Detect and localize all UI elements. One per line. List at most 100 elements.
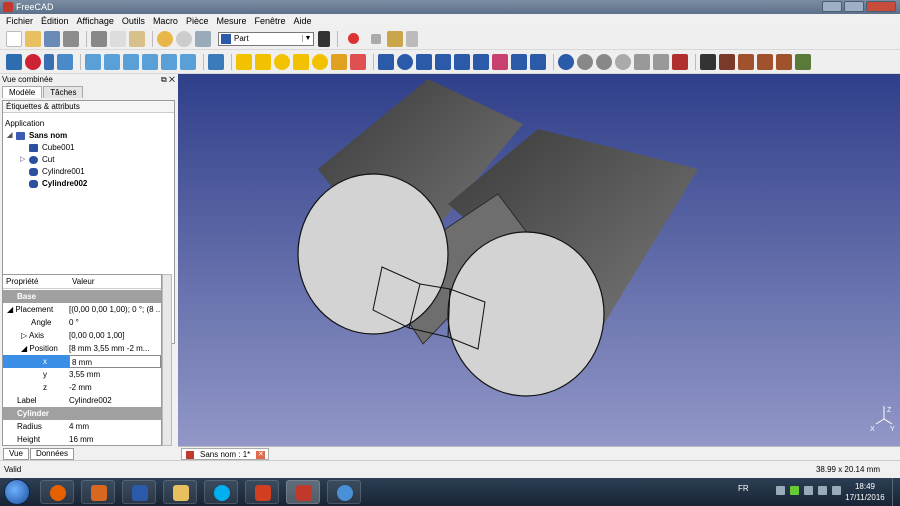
workbench-selector[interactable]: Part ▼: [218, 31, 314, 46]
run-macro-icon[interactable]: [406, 30, 418, 47]
3d-viewport[interactable]: Z Y X: [178, 74, 900, 446]
tab-vue[interactable]: Vue: [3, 448, 29, 460]
menu-fichier[interactable]: Fichier: [2, 14, 37, 28]
menu-piece[interactable]: Pièce: [182, 14, 213, 28]
property-row-x[interactable]: x8 mm: [3, 355, 161, 368]
property-value[interactable]: -2 mm: [69, 381, 161, 394]
tray-app-icon[interactable]: [790, 486, 799, 495]
refresh-icon[interactable]: [195, 30, 211, 47]
doc-tab-sans-nom[interactable]: Sans nom : 1* ✕: [181, 448, 270, 460]
property-row-axis[interactable]: ▷ Axis [0,00 0,00 1,00]: [3, 329, 161, 342]
shape-builder-icon[interactable]: [350, 53, 366, 70]
part-primitives-icon[interactable]: [331, 53, 347, 70]
tree-item-cylindre002[interactable]: Cylindre002: [29, 178, 87, 190]
attachment-icon[interactable]: [795, 53, 811, 70]
property-value[interactable]: [(0,00 0,00 1,00); 0 °; (8 ...: [69, 303, 161, 316]
taskbar-freecad[interactable]: [286, 480, 320, 504]
cross-sections-icon[interactable]: [653, 53, 669, 70]
menu-mesure[interactable]: Mesure: [212, 14, 250, 28]
close-tab-icon[interactable]: ✕: [256, 451, 266, 459]
menu-macro[interactable]: Macro: [149, 14, 182, 28]
loft-icon[interactable]: [511, 53, 527, 70]
taskbar-firefox[interactable]: [40, 480, 74, 504]
fit-all-icon[interactable]: [6, 53, 22, 70]
tray-expand-icon[interactable]: [776, 486, 785, 495]
view-rear-icon[interactable]: [142, 53, 158, 70]
draw-style-icon[interactable]: [25, 53, 41, 70]
menu-edition[interactable]: Édition: [37, 14, 73, 28]
expand-arrow-icon[interactable]: ◢: [7, 130, 14, 142]
property-scrollbar[interactable]: [162, 274, 172, 446]
print-icon[interactable]: [63, 30, 79, 47]
check-geometry-icon[interactable]: [700, 53, 716, 70]
close-button[interactable]: [866, 1, 896, 12]
property-group-cylinder[interactable]: Cylinder: [3, 407, 161, 420]
tree-item-cube001[interactable]: Cube001: [29, 142, 74, 154]
taskbar-paint[interactable]: [327, 480, 361, 504]
view-right-icon[interactable]: [123, 53, 139, 70]
stop-macro-icon[interactable]: [371, 33, 381, 44]
start-button[interactable]: [4, 479, 30, 505]
projection-icon[interactable]: [776, 53, 792, 70]
sweep-icon[interactable]: [530, 53, 546, 70]
whats-this-icon[interactable]: [318, 30, 330, 47]
taskbar-app[interactable]: [245, 480, 279, 504]
taskbar-media-player[interactable]: [81, 480, 115, 504]
view-isometric-icon[interactable]: [57, 53, 73, 70]
maximize-button[interactable]: [844, 1, 864, 12]
save-icon[interactable]: [44, 30, 60, 47]
minimize-button[interactable]: [822, 1, 842, 12]
tab-modele[interactable]: Modèle: [2, 86, 43, 98]
open-file-icon[interactable]: [25, 30, 41, 47]
property-value[interactable]: 3,55 mm: [69, 368, 161, 381]
make-face-icon[interactable]: [473, 53, 489, 70]
cut-icon[interactable]: [91, 30, 107, 47]
fuse-icon[interactable]: [596, 53, 612, 70]
mirror-icon[interactable]: [416, 53, 432, 70]
taskbar-word[interactable]: [122, 480, 156, 504]
property-row-position[interactable]: ◢ Position [8 mm 3,55 mm -2 m...: [3, 342, 161, 355]
property-value[interactable]: 4 mm: [69, 420, 161, 433]
chamfer-icon[interactable]: [454, 53, 470, 70]
taskbar-explorer[interactable]: [163, 480, 197, 504]
property-value[interactable]: 16 mm: [69, 433, 161, 446]
view-top-icon[interactable]: [104, 53, 120, 70]
thickness-icon[interactable]: [738, 53, 754, 70]
extrude-icon[interactable]: [378, 53, 394, 70]
offset-icon[interactable]: [757, 53, 773, 70]
record-macro-icon[interactable]: [348, 33, 359, 44]
property-row-z[interactable]: z -2 mm: [3, 381, 161, 394]
language-indicator[interactable]: FR: [738, 484, 749, 493]
property-value[interactable]: Cylindre002: [69, 394, 161, 407]
redo-icon[interactable]: [176, 30, 192, 47]
chevron-down-icon[interactable]: [44, 53, 54, 70]
taskbar-skype[interactable]: [204, 480, 238, 504]
tree-item-cut[interactable]: ▷ Cut: [20, 154, 54, 166]
expand-arrow-icon[interactable]: ▷: [20, 154, 27, 166]
property-value[interactable]: [0,00 0,00 1,00]: [69, 329, 161, 342]
revolve-icon[interactable]: [397, 53, 413, 70]
part-box-icon[interactable]: [236, 53, 252, 70]
paste-icon[interactable]: [129, 30, 145, 47]
panel-float-close-icons[interactable]: ⧉ ✕: [161, 74, 175, 86]
property-row-placement[interactable]: ◢ Placement [(0,00 0,00 1,00); 0 °; (8 ..…: [3, 303, 161, 316]
boolean-icon[interactable]: [558, 53, 574, 70]
fillet-icon[interactable]: [435, 53, 451, 70]
view-front-icon[interactable]: [85, 53, 101, 70]
menu-affichage[interactable]: Affichage: [73, 14, 118, 28]
tree-application[interactable]: Application: [5, 118, 44, 130]
section-icon[interactable]: [634, 53, 650, 70]
compound-icon[interactable]: [672, 53, 688, 70]
copy-icon[interactable]: [110, 30, 126, 47]
menu-fenetre[interactable]: Fenêtre: [250, 14, 289, 28]
tree-item-cylindre001[interactable]: Cylindre001: [29, 166, 85, 178]
property-value[interactable]: [8 mm 3,55 mm -2 m...: [69, 342, 161, 355]
common-icon[interactable]: [615, 53, 631, 70]
flag-icon[interactable]: [804, 486, 813, 495]
property-row-radius[interactable]: Radius 4 mm: [3, 420, 161, 433]
defeaturing-icon[interactable]: [719, 53, 735, 70]
edit-macro-icon[interactable]: [387, 30, 403, 47]
menu-aide[interactable]: Aide: [290, 14, 316, 28]
property-row-height[interactable]: Height 16 mm: [3, 433, 161, 446]
part-sphere-icon[interactable]: [274, 53, 290, 70]
